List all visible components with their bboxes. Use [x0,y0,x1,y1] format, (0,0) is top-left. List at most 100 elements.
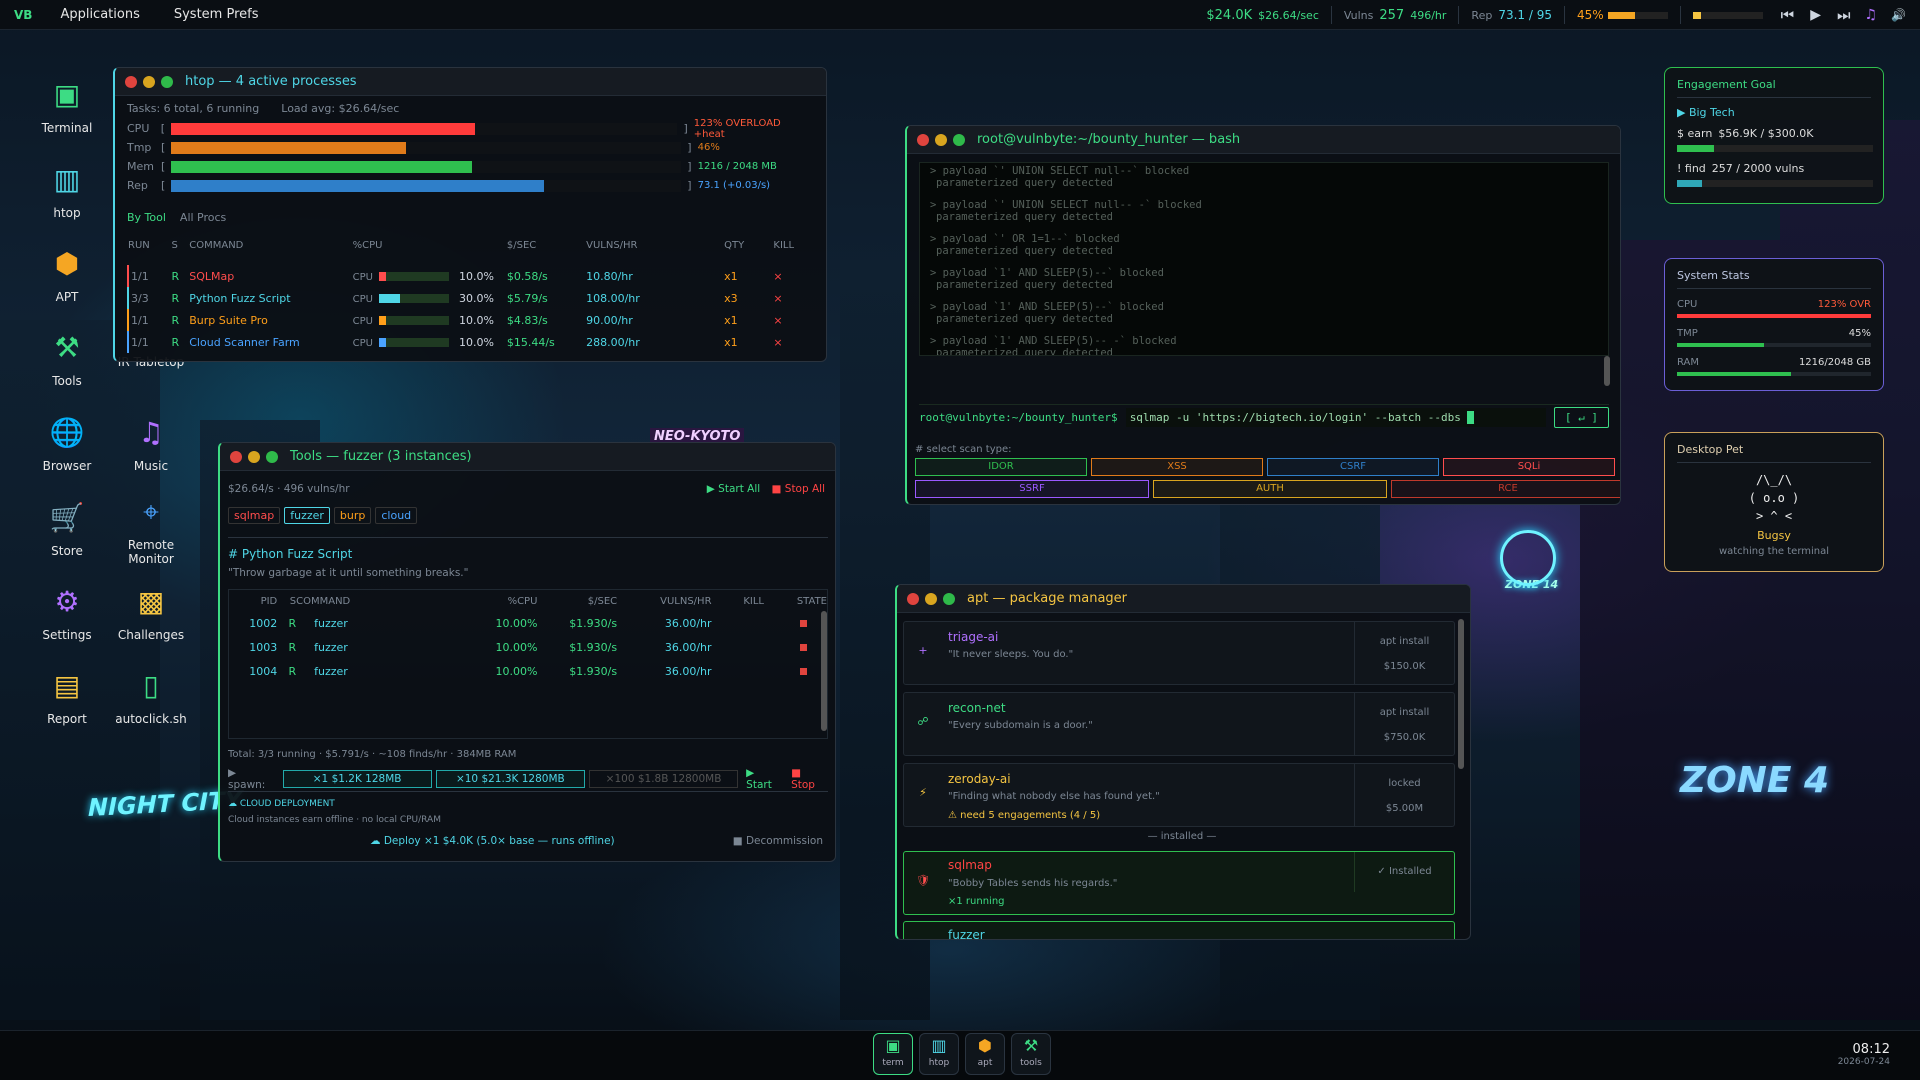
spawn-x10-button[interactable]: ×10 $21.3K 1280MB [435,770,585,788]
dock-item-apt[interactable]: ⬢ apt [965,1033,1005,1075]
package-card-triage-ai[interactable]: + triage-ai "It never sleeps. You do." apt … [903,621,1455,685]
htop-window[interactable]: htop — 4 active processes Tasks: 6 total… [113,67,827,362]
apt-window[interactable]: apt — package manager + triage-ai "It neve… [895,584,1471,940]
scan-rce-button[interactable]: RCE [1391,480,1620,498]
dollars-per-sec: $5.79/s [506,291,548,305]
close-icon[interactable] [125,75,137,88]
decommission-button[interactable]: ■ Decommission [733,835,823,847]
kill-button[interactable]: × [773,287,813,309]
tools-window[interactable]: Tools — fuzzer (3 instances) $26.64/s · … [218,442,836,862]
package-action[interactable]: apt install $150.0K [1354,622,1454,684]
table-row[interactable]: 1003 Rfuzzer 10.00% $1.930/s 36.00/hr [229,635,827,659]
apt-titlebar[interactable]: apt — package manager [897,585,1470,613]
bash-titlebar[interactable]: root@vulnbyte:~/bounty_hunter — bash [907,126,1620,154]
package-action[interactable]: locked $5.00M [1354,764,1454,826]
package-card-fuzzer[interactable]: fuzzer [903,921,1455,939]
desktop-icon-music[interactable]: ♫ Music [111,413,191,473]
desktop-icon-apt[interactable]: ⬢ APT [27,244,107,304]
stop-square-icon[interactable] [800,643,807,651]
tab-all-procs[interactable]: All Procs [180,211,226,224]
package-card-zeroday-ai[interactable]: ⚡ zeroday-ai "Finding what nobody else has… [903,763,1455,827]
command-input[interactable]: sqlmap -u 'https://bigtech.io/login' --b… [1125,408,1546,427]
dock-item-htop[interactable]: ▥ htop [919,1033,959,1075]
table-row[interactable]: 1/1 R Cloud Scanner Farm CPU 10.0% $15.44/s 28… [128,331,813,353]
scan-csrf-button[interactable]: CSRF [1267,458,1439,476]
desktop-icon-settings[interactable]: ⚙ Settings [27,582,107,642]
run-button[interactable]: [ ↵ ] [1553,407,1609,428]
cpu-percent: 10.00% [495,640,538,654]
kill-button[interactable]: × [773,265,813,287]
package-card-recon-net[interactable]: ☍ recon-net "Every subdomain is a door." ap… [903,692,1455,756]
vb-logo[interactable]: VB [0,8,46,22]
minimize-icon[interactable] [935,133,947,146]
maximize-icon[interactable] [161,75,173,88]
table-row[interactable]: 1002 Rfuzzer 10.00% $1.930/s 36.00/hr [229,611,827,635]
start-button[interactable]: ▶ Start [746,767,783,791]
qty: x1 [724,269,738,283]
terminal-scrollbar[interactable] [1604,356,1610,386]
scan-ssrf-button[interactable]: SSRF [915,480,1149,498]
table-row[interactable]: 1/1 R Burp Suite Pro CPU 10.0% $4.83/s 90.00/h… [128,309,813,331]
close-icon[interactable] [230,450,242,463]
desktop-icon-terminal[interactable]: ▣ Terminal [27,75,107,135]
menu-applications[interactable]: Applications [46,7,159,22]
music-note-icon[interactable]: ♫ [1864,7,1877,23]
dock-item-term[interactable]: ▣ term [873,1033,913,1075]
minimize-icon[interactable] [248,450,260,463]
scan-xss-button[interactable]: XSS [1091,458,1263,476]
pet-ascii[interactable]: /\_/\ ( o.o ) > ^ < [1677,471,1871,525]
next-icon[interactable]: ⏭ [1837,6,1851,24]
tool-tab-sqlmap[interactable]: sqlmap [228,507,281,524]
stop-all-button[interactable]: ■ Stop All [772,483,825,495]
package-action[interactable]: apt install $750.0K [1354,693,1454,755]
desktop-pet-widget[interactable]: Desktop Pet /\_/\ ( o.o ) > ^ < Bugsy wa… [1664,432,1884,572]
maximize-icon[interactable] [943,592,955,605]
desktop-icon-browser[interactable]: 🌐 Browser [27,413,107,473]
volume-icon[interactable]: 🔊 [1891,8,1906,22]
kill-button[interactable]: × [773,331,813,353]
package-card-sqlmap[interactable]: 🛡 sqlmap "Bobby Tables sends his regards."… [903,851,1455,915]
prev-icon[interactable]: ⏮ [1781,6,1795,24]
scan-auth-button[interactable]: AUTH [1153,480,1387,498]
apt-scrollbar[interactable] [1458,619,1464,769]
minimize-icon[interactable] [925,592,937,605]
minimize-icon[interactable] [143,75,155,88]
scan-idor-button[interactable]: IDOR [915,458,1087,476]
spawn-x1-button[interactable]: ×1 $1.2K 128MB [282,770,432,788]
stop-square-icon[interactable] [800,667,807,675]
desktop-icon-challenges[interactable]: ▩ Challenges [111,582,191,642]
table-row[interactable]: 3/3 R Python Fuzz Script CPU 30.0% $5.79/s 108… [128,287,813,309]
table-row[interactable]: 1/1 R SQLMap CPU 10.0% $0.58/s 10.80/hr x1 × [128,265,813,287]
deploy-button[interactable]: ☁ Deploy ×1 $4.0K (5.0× base — runs offl… [370,835,615,847]
table-row[interactable]: 1004 Rfuzzer 10.00% $1.930/s 36.00/hr [229,659,827,683]
htop-titlebar[interactable]: htop — 4 active processes [115,68,826,96]
tool-tab-cloud[interactable]: cloud [375,507,418,524]
tools-titlebar[interactable]: Tools — fuzzer (3 instances) [220,443,835,471]
desktop-icon-tools[interactable]: ⚒ Tools [27,328,107,388]
kill-button[interactable]: × [773,309,813,331]
tab-by-tool[interactable]: By Tool [127,211,166,224]
close-icon[interactable] [917,133,929,146]
goal-target[interactable]: ▶ Big Tech [1677,106,1871,119]
stop-square-icon[interactable] [800,619,807,627]
dock-item-tools[interactable]: ⚒ tools [1011,1033,1051,1075]
play-icon[interactable]: ▶ [1810,7,1821,23]
start-all-button[interactable]: ▶ Start All [707,483,760,495]
desktop-icon-report[interactable]: ▤ Report [27,666,107,726]
stop-button[interactable]: ■ Stop [791,767,828,791]
desktop-icon-htop[interactable]: ▥ htop [27,160,107,220]
close-icon[interactable] [907,592,919,605]
tool-tab-burp[interactable]: burp [333,507,372,524]
maximize-icon[interactable] [953,133,965,146]
spawn-x100-button[interactable]: ×100 $1.8B 12800MB [588,770,739,788]
menu-system-prefs[interactable]: System Prefs [160,7,279,22]
media-progress[interactable] [1692,11,1763,19]
desktop-icon-store[interactable]: 🛒 Store [27,498,107,558]
tool-tab-fuzzer[interactable]: fuzzer [284,507,330,524]
desktop-icon-remote-monitor[interactable]: ⌖ Remote Monitor [111,492,191,566]
desktop-icon-autoclick-sh[interactable]: ▯ autoclick.sh [111,666,191,726]
maximize-icon[interactable] [266,450,278,463]
scan-sqli-button[interactable]: SQLi [1443,458,1615,476]
tools-scrollbar[interactable] [821,611,827,731]
bash-window[interactable]: root@vulnbyte:~/bounty_hunter — bash > p… [905,125,1621,505]
